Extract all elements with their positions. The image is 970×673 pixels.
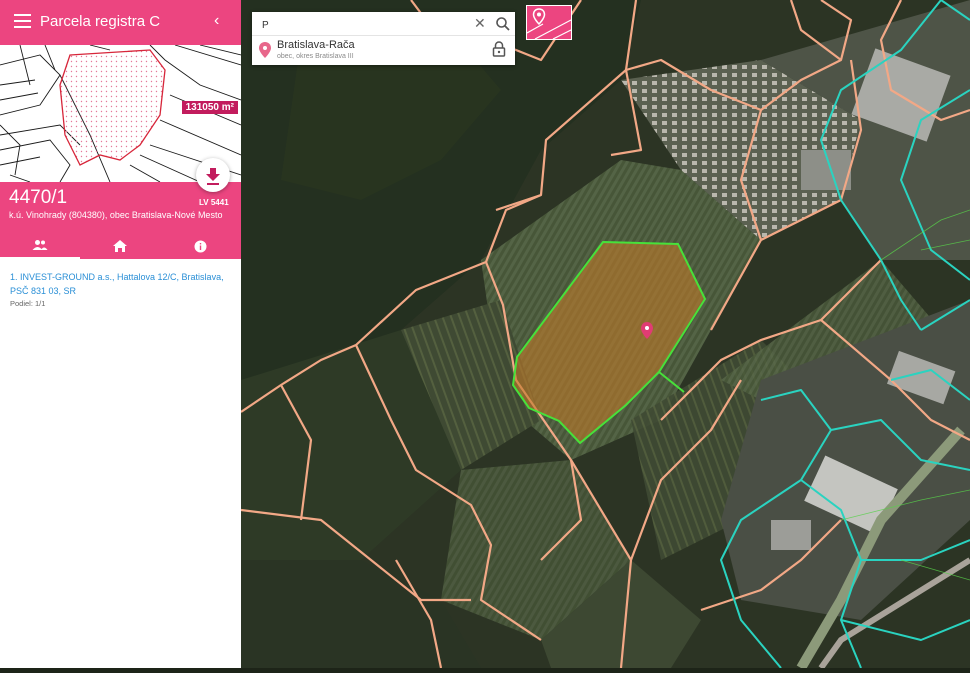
- search-result-subtitle: obec, okres Bratislava III: [277, 53, 354, 60]
- home-icon: [113, 240, 127, 252]
- owner-link[interactable]: 1. INVEST-GROUND a.s., Hattalova 12/C, B…: [10, 270, 235, 298]
- search-icon[interactable]: [494, 15, 512, 33]
- map-layer-button[interactable]: [526, 5, 572, 40]
- info-icon: [194, 240, 206, 252]
- map-view[interactable]: [240, 0, 970, 671]
- search-input[interactable]: [260, 16, 464, 34]
- sidebar-panel: Parcela registra C ‹ 131050 m² 4470/1 k.…: [0, 0, 241, 668]
- area-badge: 131050 m²: [181, 101, 238, 114]
- owner-list: 1. INVEST-GROUND a.s., Hattalova 12/C, B…: [10, 270, 235, 308]
- tab-owners[interactable]: [0, 233, 80, 259]
- parcel-number: 4470/1: [9, 187, 68, 208]
- parcel-location: k.ú. Vinohrady (804380), obec Bratislava…: [9, 210, 223, 220]
- download-button[interactable]: [196, 158, 230, 192]
- satellite-map[interactable]: [240, 0, 970, 671]
- search-result-title[interactable]: Bratislava-Rača: [277, 39, 355, 51]
- download-icon: [206, 168, 220, 185]
- tab-bar: [0, 233, 241, 259]
- map-pin-layer-icon: [526, 8, 572, 40]
- chevron-left-icon[interactable]: ‹: [214, 12, 219, 30]
- menu-icon[interactable]: [14, 14, 31, 28]
- tab-building[interactable]: [80, 233, 160, 259]
- page-title: Parcela registra C: [40, 13, 161, 30]
- lock-icon[interactable]: [492, 41, 506, 62]
- sidebar-header: Parcela registra C ‹: [0, 0, 241, 45]
- people-icon: [32, 240, 48, 250]
- lv-label: LV 5441: [199, 198, 229, 207]
- owner-share: Podiel: 1/1: [10, 299, 46, 308]
- location-pin-icon: [259, 42, 271, 63]
- search-panel: ✕ Bratislava-Rača obec, okres Bratislava…: [252, 12, 515, 65]
- close-icon[interactable]: ✕: [474, 15, 486, 32]
- tab-info[interactable]: [160, 233, 240, 259]
- divider: [252, 35, 515, 36]
